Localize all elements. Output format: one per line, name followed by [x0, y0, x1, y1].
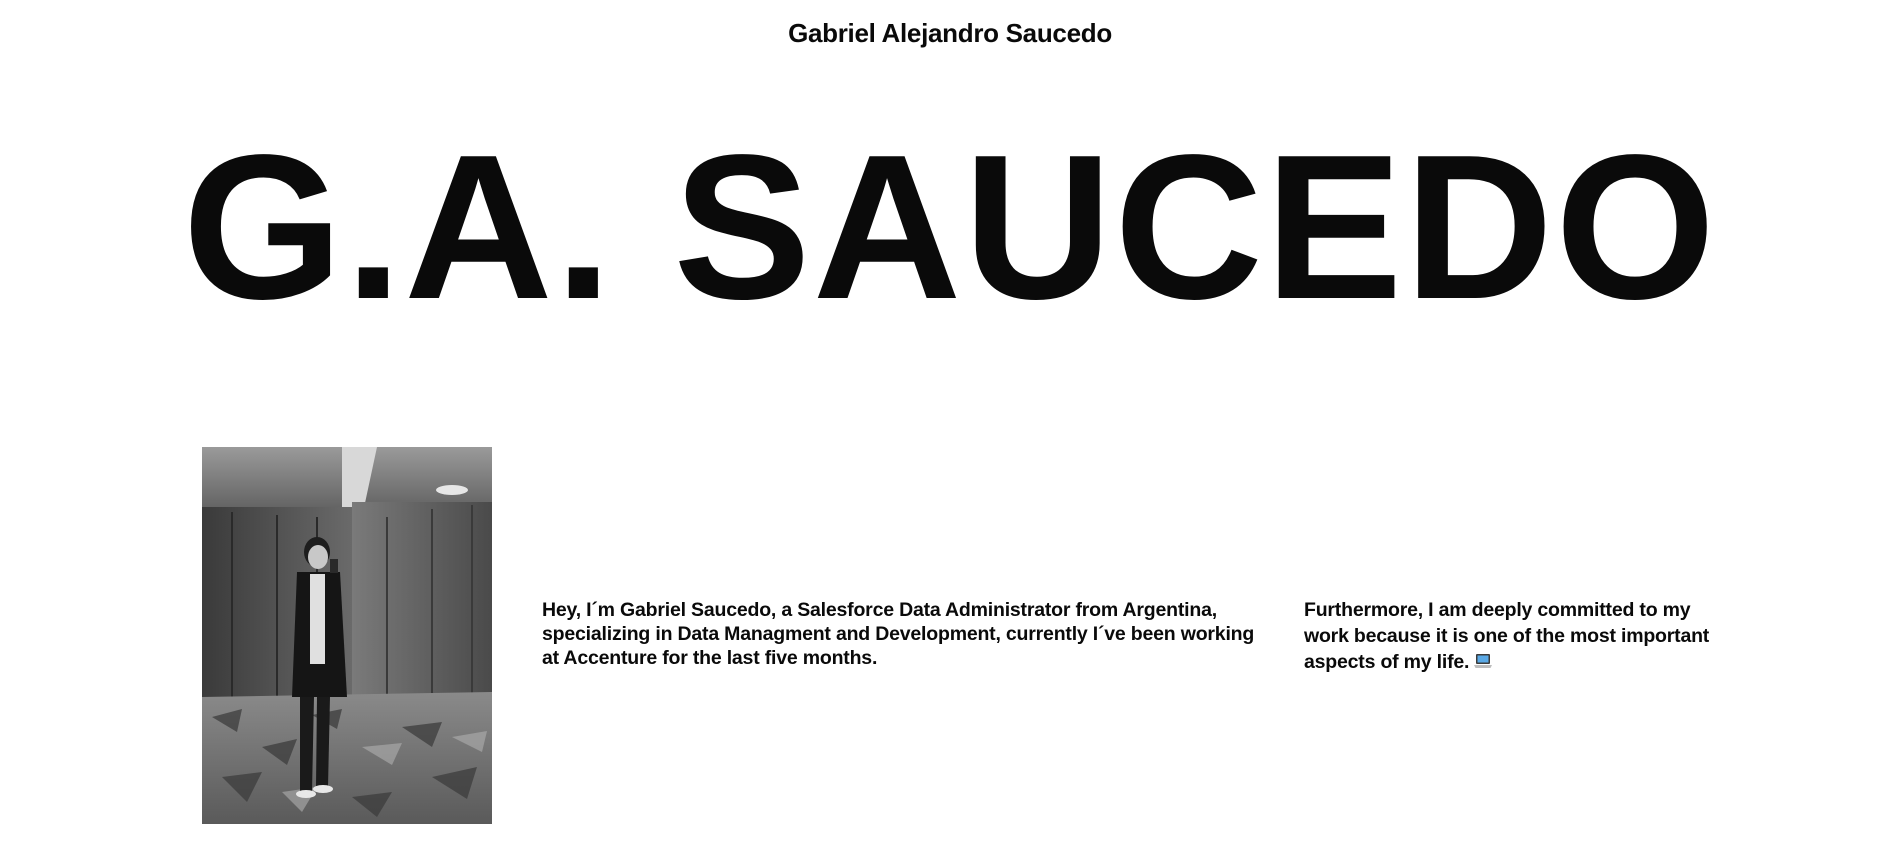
portrait-photo [202, 447, 492, 824]
commitment-paragraph: Furthermore, I am deeply committed to my… [1304, 597, 1724, 675]
laptop-icon [1473, 651, 1493, 671]
site-name[interactable]: Gabriel Alejandro Saucedo [0, 18, 1900, 49]
page: Gabriel Alejandro Saucedo G.A. SAUCEDO H… [0, 0, 1900, 864]
intro-text: Hey, I´m Gabriel Saucedo, a Salesforce D… [542, 599, 1255, 669]
commitment-text: Furthermore, I am deeply committed to my… [1304, 599, 1710, 673]
hero-title: G.A. SAUCEDO [182, 112, 1718, 342]
